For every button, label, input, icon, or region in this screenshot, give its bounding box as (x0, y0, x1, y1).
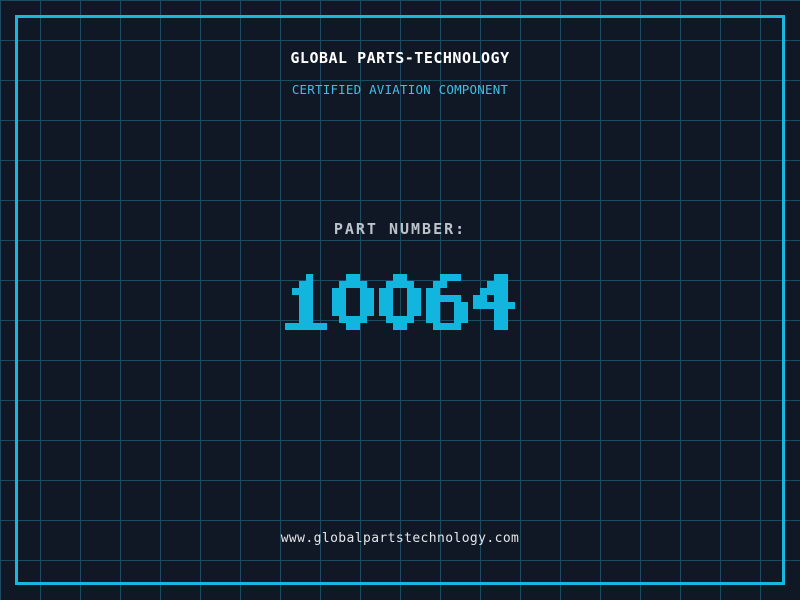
pixel-digit (379, 274, 421, 330)
part-number-label: PART NUMBER: (333, 220, 467, 238)
pixel-digit (473, 274, 515, 330)
pixel-digit (426, 274, 468, 330)
part-number-value (285, 274, 515, 330)
certification-tagline: CERTIFIED AVIATION COMPONENT (291, 82, 509, 97)
website-url: www.globalpartstechnology.com (280, 531, 520, 546)
pixel-digit (332, 274, 374, 330)
company-name: GLOBAL PARTS-TECHNOLOGY (290, 49, 510, 67)
blueprint-screen: GLOBAL PARTS-TECHNOLOGY CERTIFIED AVIATI… (0, 0, 800, 600)
pixel-digit (285, 274, 327, 330)
